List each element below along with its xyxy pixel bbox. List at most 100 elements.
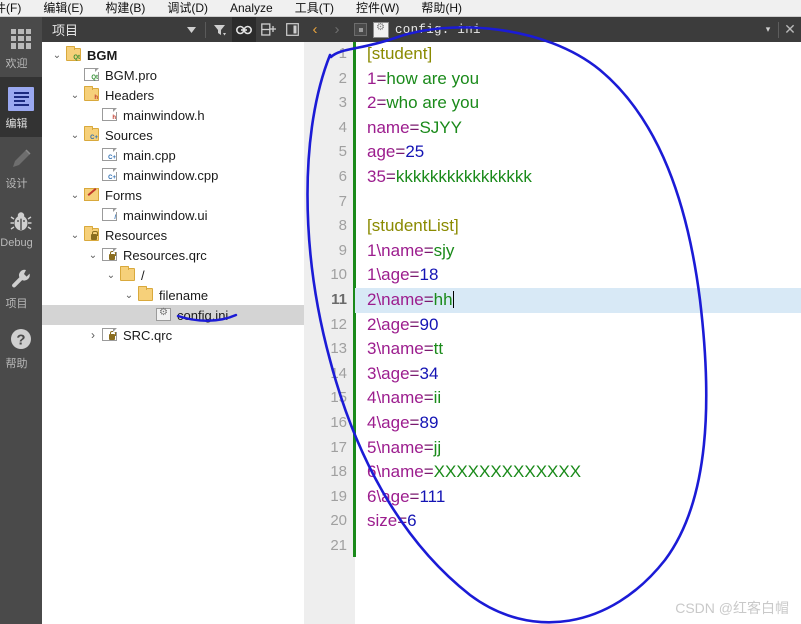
collapse-panel-icon[interactable] bbox=[280, 17, 304, 42]
code-line[interactable]: 3\age=34 bbox=[355, 362, 801, 387]
link-sync-icon[interactable] bbox=[232, 17, 256, 42]
mode-bug[interactable]: Debug bbox=[0, 197, 42, 257]
menu-debug[interactable]: 调试(D) bbox=[156, 0, 219, 17]
mode-grid[interactable]: 欢迎 bbox=[0, 17, 42, 77]
chevron-down-icon[interactable]: ⌄ bbox=[68, 230, 82, 241]
tree-item-src-qrc[interactable]: › SRC.qrc bbox=[42, 325, 304, 345]
close-icon[interactable]: ✕ bbox=[779, 21, 801, 38]
line-number: 20 bbox=[330, 512, 347, 530]
tree-item-config-ini[interactable]: config.ini bbox=[42, 305, 304, 325]
code-token-sec: [student] bbox=[367, 44, 433, 63]
navigate-forward-icon[interactable]: › bbox=[326, 21, 348, 38]
tree-item-label: / bbox=[141, 267, 145, 283]
line-number: 7 bbox=[338, 192, 347, 210]
code-line[interactable]: 2\age=90 bbox=[355, 313, 801, 338]
split-view-icon[interactable] bbox=[256, 17, 280, 42]
menu-help[interactable]: 帮助(H) bbox=[410, 0, 473, 17]
tree-item-mainwindow-ui[interactable]: / mainwindow.ui bbox=[42, 205, 304, 225]
code-line[interactable]: 1\name=sjy bbox=[355, 239, 801, 264]
tree-item-resources-qrc[interactable]: ⌄ Resources.qrc bbox=[42, 245, 304, 265]
code-line[interactable]: 35=kkkkkkkkkkkkkkkk bbox=[355, 165, 801, 190]
chevron-down-icon[interactable]: ⌄ bbox=[104, 270, 118, 281]
code-line[interactable]: 5\name=jj bbox=[355, 436, 801, 461]
navigate-back-icon[interactable]: ‹ bbox=[304, 21, 326, 38]
menu-tools[interactable]: 工具(T) bbox=[284, 0, 345, 17]
tree-item-bgm-pro[interactable]: Qt BGM.pro bbox=[42, 65, 304, 85]
code-token-str: how are you bbox=[386, 68, 480, 88]
chevron-down-icon[interactable]: ⌄ bbox=[68, 90, 82, 101]
menu-window[interactable]: 控件(W) bbox=[345, 0, 410, 17]
code-token-eq: = bbox=[395, 142, 406, 162]
dropdown-arrow-icon[interactable] bbox=[179, 17, 203, 42]
tree-item-main-cpp[interactable]: C+ main.cpp bbox=[42, 145, 304, 165]
chevron-right-icon[interactable]: › bbox=[86, 328, 100, 342]
qt-pro-file-icon: Qt bbox=[82, 67, 102, 83]
mode-pencil[interactable]: 设计 bbox=[0, 137, 42, 197]
mode-wrench[interactable]: 项目 bbox=[0, 257, 42, 317]
chevron-down-icon[interactable]: ▾ bbox=[758, 24, 778, 35]
tree-item-mainwindow-h[interactable]: h mainwindow.h bbox=[42, 105, 304, 125]
menu-analyze[interactable]: Analyze bbox=[219, 0, 284, 17]
menu-file[interactable]: 件(F) bbox=[0, 0, 32, 17]
chevron-down-icon[interactable]: ⌄ bbox=[50, 50, 64, 61]
mode-edit-document[interactable]: 编辑 bbox=[0, 77, 42, 137]
filter-icon[interactable] bbox=[208, 17, 232, 42]
line-number: 5 bbox=[338, 143, 347, 161]
tree-item-mainwindow-cpp[interactable]: C+ mainwindow.cpp bbox=[42, 165, 304, 185]
code-line[interactable]: 3\name=tt bbox=[355, 337, 801, 362]
header-file-icon: h bbox=[100, 107, 120, 123]
mode-label: 项目 bbox=[5, 297, 28, 310]
tree-item-forms[interactable]: ⌄ Forms bbox=[42, 185, 304, 205]
code-line[interactable]: size=6 bbox=[355, 509, 801, 534]
chevron-down-icon[interactable]: ⌄ bbox=[68, 190, 82, 201]
mode-label: 设计 bbox=[5, 177, 28, 190]
code-line[interactable]: 2=who are you bbox=[355, 91, 801, 116]
line-number: 1 bbox=[338, 45, 347, 62]
code-token-key: 3\name bbox=[367, 339, 424, 359]
code-token-key: 6\age bbox=[367, 486, 410, 506]
tree-item-[interactable]: ⌄ / bbox=[42, 265, 304, 285]
mode-question-mark[interactable]: ? 帮助 bbox=[0, 317, 42, 377]
code-token-str: who are you bbox=[386, 93, 480, 113]
toolbar-divider bbox=[205, 21, 206, 38]
code-text[interactable]: [student] 1=how are you 2=who are you name=… bbox=[355, 42, 801, 624]
line-number-gutter: 1 2 3 4 5 6 7 8 9 10 11 12 13 14 15 16 17 18 19 20 21 bbox=[304, 42, 355, 624]
tree-item-sources[interactable]: ⌄ C+ Sources bbox=[42, 125, 304, 145]
tree-item-bgm[interactable]: ⌄ Qt BGM bbox=[42, 45, 304, 65]
code-line[interactable]: 4\age=89 bbox=[355, 411, 801, 436]
project-tree[interactable]: ⌄ Qt BGM Qt BGM.pro ⌄ h Headers h mainwindow.h ⌄ C+… bbox=[42, 42, 304, 624]
line-number: 3 bbox=[338, 94, 347, 112]
code-line[interactable]: [student] bbox=[355, 42, 801, 67]
tree-item-headers[interactable]: ⌄ h Headers bbox=[42, 85, 304, 105]
code-line[interactable]: 1\age=18 bbox=[355, 263, 801, 288]
editor-tab-bar: ‹ › config. ini ▾ ✕ bbox=[304, 17, 801, 42]
document-list-icon[interactable] bbox=[354, 23, 367, 36]
code-line[interactable]: 2\name=hh bbox=[355, 287, 801, 313]
code-token-eq: = bbox=[385, 166, 396, 186]
code-line[interactable]: age=25 bbox=[355, 140, 801, 165]
menu-edit[interactable]: 编辑(E) bbox=[32, 0, 94, 17]
code-line[interactable]: 1=how are you bbox=[355, 67, 801, 92]
code-token-key: 2\name bbox=[367, 289, 424, 309]
line-number: 18 bbox=[330, 463, 347, 481]
code-token-eq: = bbox=[423, 339, 434, 359]
code-line[interactable]: 4\name=ii bbox=[355, 386, 801, 411]
code-line[interactable] bbox=[355, 534, 801, 559]
chevron-down-icon[interactable]: ⌄ bbox=[68, 130, 82, 141]
tree-item-filename[interactable]: ⌄ filename bbox=[42, 285, 304, 305]
chevron-down-icon[interactable]: ⌄ bbox=[86, 250, 100, 261]
code-line[interactable]: [studentList] bbox=[355, 214, 801, 239]
code-line[interactable]: name=SJYY bbox=[355, 116, 801, 141]
code-view[interactable]: 1 2 3 4 5 6 7 8 9 10 11 12 13 14 15 16 17 18 19 20 21 [stude… bbox=[304, 42, 801, 624]
menu-build[interactable]: 构建(B) bbox=[94, 0, 156, 17]
code-token-key: 35 bbox=[367, 166, 386, 186]
code-line[interactable] bbox=[355, 190, 801, 215]
editor-tab-config-ini[interactable]: config. ini bbox=[348, 21, 481, 38]
mode-label: 欢迎 bbox=[5, 57, 28, 70]
code-line[interactable]: 6\age=111 bbox=[355, 485, 801, 510]
tree-item-resources[interactable]: ⌄ Resources bbox=[42, 225, 304, 245]
tree-item-label: main.cpp bbox=[123, 147, 176, 163]
code-line[interactable]: 6\name=XXXXXXXXXXXXX bbox=[355, 460, 801, 485]
chevron-down-icon[interactable]: ⌄ bbox=[122, 290, 136, 301]
code-token-num: 6 bbox=[407, 511, 417, 531]
